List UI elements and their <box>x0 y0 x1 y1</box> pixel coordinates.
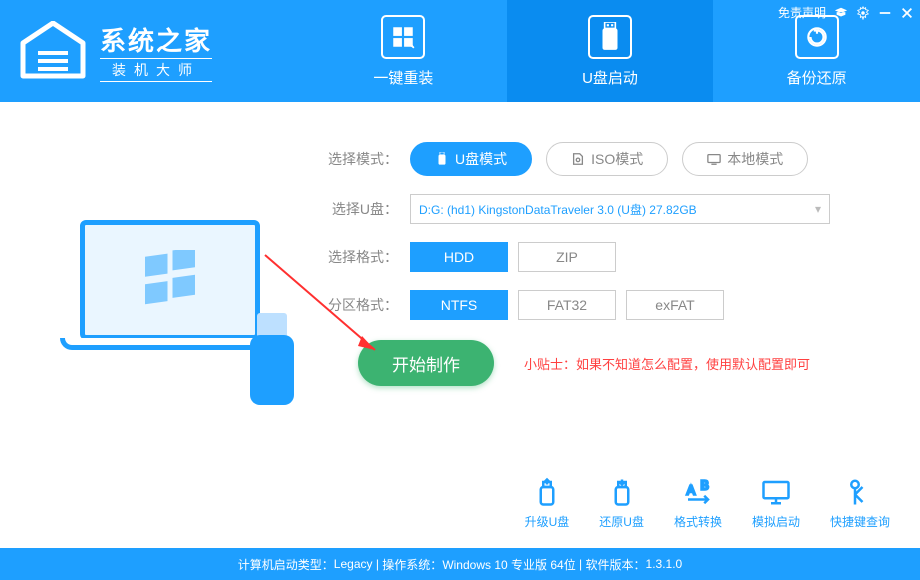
statusbar: 计算机启动类型： Legacy | 操作系统： Windows 10 专业版 6… <box>0 548 920 580</box>
tool-label: 模拟启动 <box>752 513 800 530</box>
udisk-select[interactable]: D:G: (hd1) KingstonDataTraveler 3.0 (U盘)… <box>410 194 830 224</box>
status-ver-label: 软件版本： <box>586 556 646 573</box>
tool-label: 还原U盘 <box>599 513 644 530</box>
start-button[interactable]: 开始制作 <box>358 340 494 386</box>
tip-text: 小贴士：如果不知道怎么配置，使用默认配置即可 <box>524 354 810 373</box>
config-panel: 选择模式： U盘模式 ISO模式 本地模式 选择U盘： D:G: (hd1 <box>320 132 900 462</box>
header: 系统之家 装机大师 一键重装 U盘启动 备份还原 免责声明 <box>0 0 920 102</box>
tool-label: 快捷键查询 <box>830 513 890 530</box>
logo-area: 系统之家 装机大师 <box>0 0 300 102</box>
titlebar: 免责声明 <box>778 4 914 21</box>
tool-simulate[interactable]: 模拟启动 <box>752 477 800 530</box>
mode-local[interactable]: 本地模式 <box>682 142 808 176</box>
close-icon[interactable] <box>900 6 914 20</box>
format-hdd[interactable]: HDD <box>410 242 508 272</box>
udisk-value: D:G: (hd1) KingstonDataTraveler 3.0 (U盘)… <box>419 201 697 218</box>
status-os-value: Windows 10 专业版 64位 <box>442 556 575 573</box>
logo-icon <box>18 21 88 81</box>
mode-label: 选择模式： <box>320 149 410 169</box>
graduation-icon[interactable] <box>834 6 848 20</box>
reinstall-icon <box>381 15 425 59</box>
tab-label: U盘启动 <box>582 67 638 88</box>
chevron-down-icon: ▾ <box>815 202 821 216</box>
disclaimer-link[interactable]: 免责声明 <box>778 4 826 21</box>
main-content: 选择模式： U盘模式 ISO模式 本地模式 选择U盘： D:G: (hd1 <box>0 102 920 462</box>
tool-label: 格式转换 <box>674 513 722 530</box>
status-boot-value: Legacy <box>334 557 373 571</box>
mode-iso[interactable]: ISO模式 <box>546 142 668 176</box>
tab-label: 备份还原 <box>787 67 847 88</box>
tool-hotkey[interactable]: 快捷键查询 <box>830 477 890 530</box>
mode-usb[interactable]: U盘模式 <box>410 142 532 176</box>
tool-label: 升级U盘 <box>525 513 570 530</box>
minimize-icon[interactable] <box>878 6 892 20</box>
svg-text:A: A <box>687 484 696 498</box>
status-os-label: 操作系统： <box>382 556 442 573</box>
app-subtitle: 装机大师 <box>100 58 212 82</box>
laptop-illustration <box>60 220 280 375</box>
tool-convert[interactable]: AB 格式转换 <box>674 477 722 530</box>
format-label: 选择格式： <box>320 247 410 267</box>
partition-exfat[interactable]: exFAT <box>626 290 724 320</box>
backup-icon <box>795 15 839 59</box>
bottom-toolbar: 升级U盘 还原U盘 AB 格式转换 模拟启动 快捷键查询 <box>525 477 890 530</box>
tab-usb-boot[interactable]: U盘启动 <box>507 0 714 102</box>
gear-icon[interactable] <box>856 6 870 20</box>
usb-illustration <box>250 305 300 405</box>
udisk-label: 选择U盘： <box>320 199 410 219</box>
status-ver-value: 1.3.1.0 <box>646 557 683 571</box>
svg-text:B: B <box>700 479 708 493</box>
partition-ntfs[interactable]: NTFS <box>410 290 508 320</box>
tool-upgrade[interactable]: 升级U盘 <box>525 477 570 530</box>
partition-label: 分区格式： <box>320 295 410 315</box>
tab-reinstall[interactable]: 一键重装 <box>300 0 507 102</box>
mode-local-label: 本地模式 <box>727 149 783 169</box>
tool-restore[interactable]: 还原U盘 <box>599 477 644 530</box>
mode-iso-label: ISO模式 <box>591 149 643 169</box>
usb-icon <box>588 15 632 59</box>
partition-fat32[interactable]: FAT32 <box>518 290 616 320</box>
format-zip[interactable]: ZIP <box>518 242 616 272</box>
mode-usb-label: U盘模式 <box>455 149 507 169</box>
app-title: 系统之家 <box>100 21 212 58</box>
tab-label: 一键重装 <box>373 67 433 88</box>
status-boot-label: 计算机启动类型： <box>238 556 334 573</box>
illustration <box>20 132 320 462</box>
